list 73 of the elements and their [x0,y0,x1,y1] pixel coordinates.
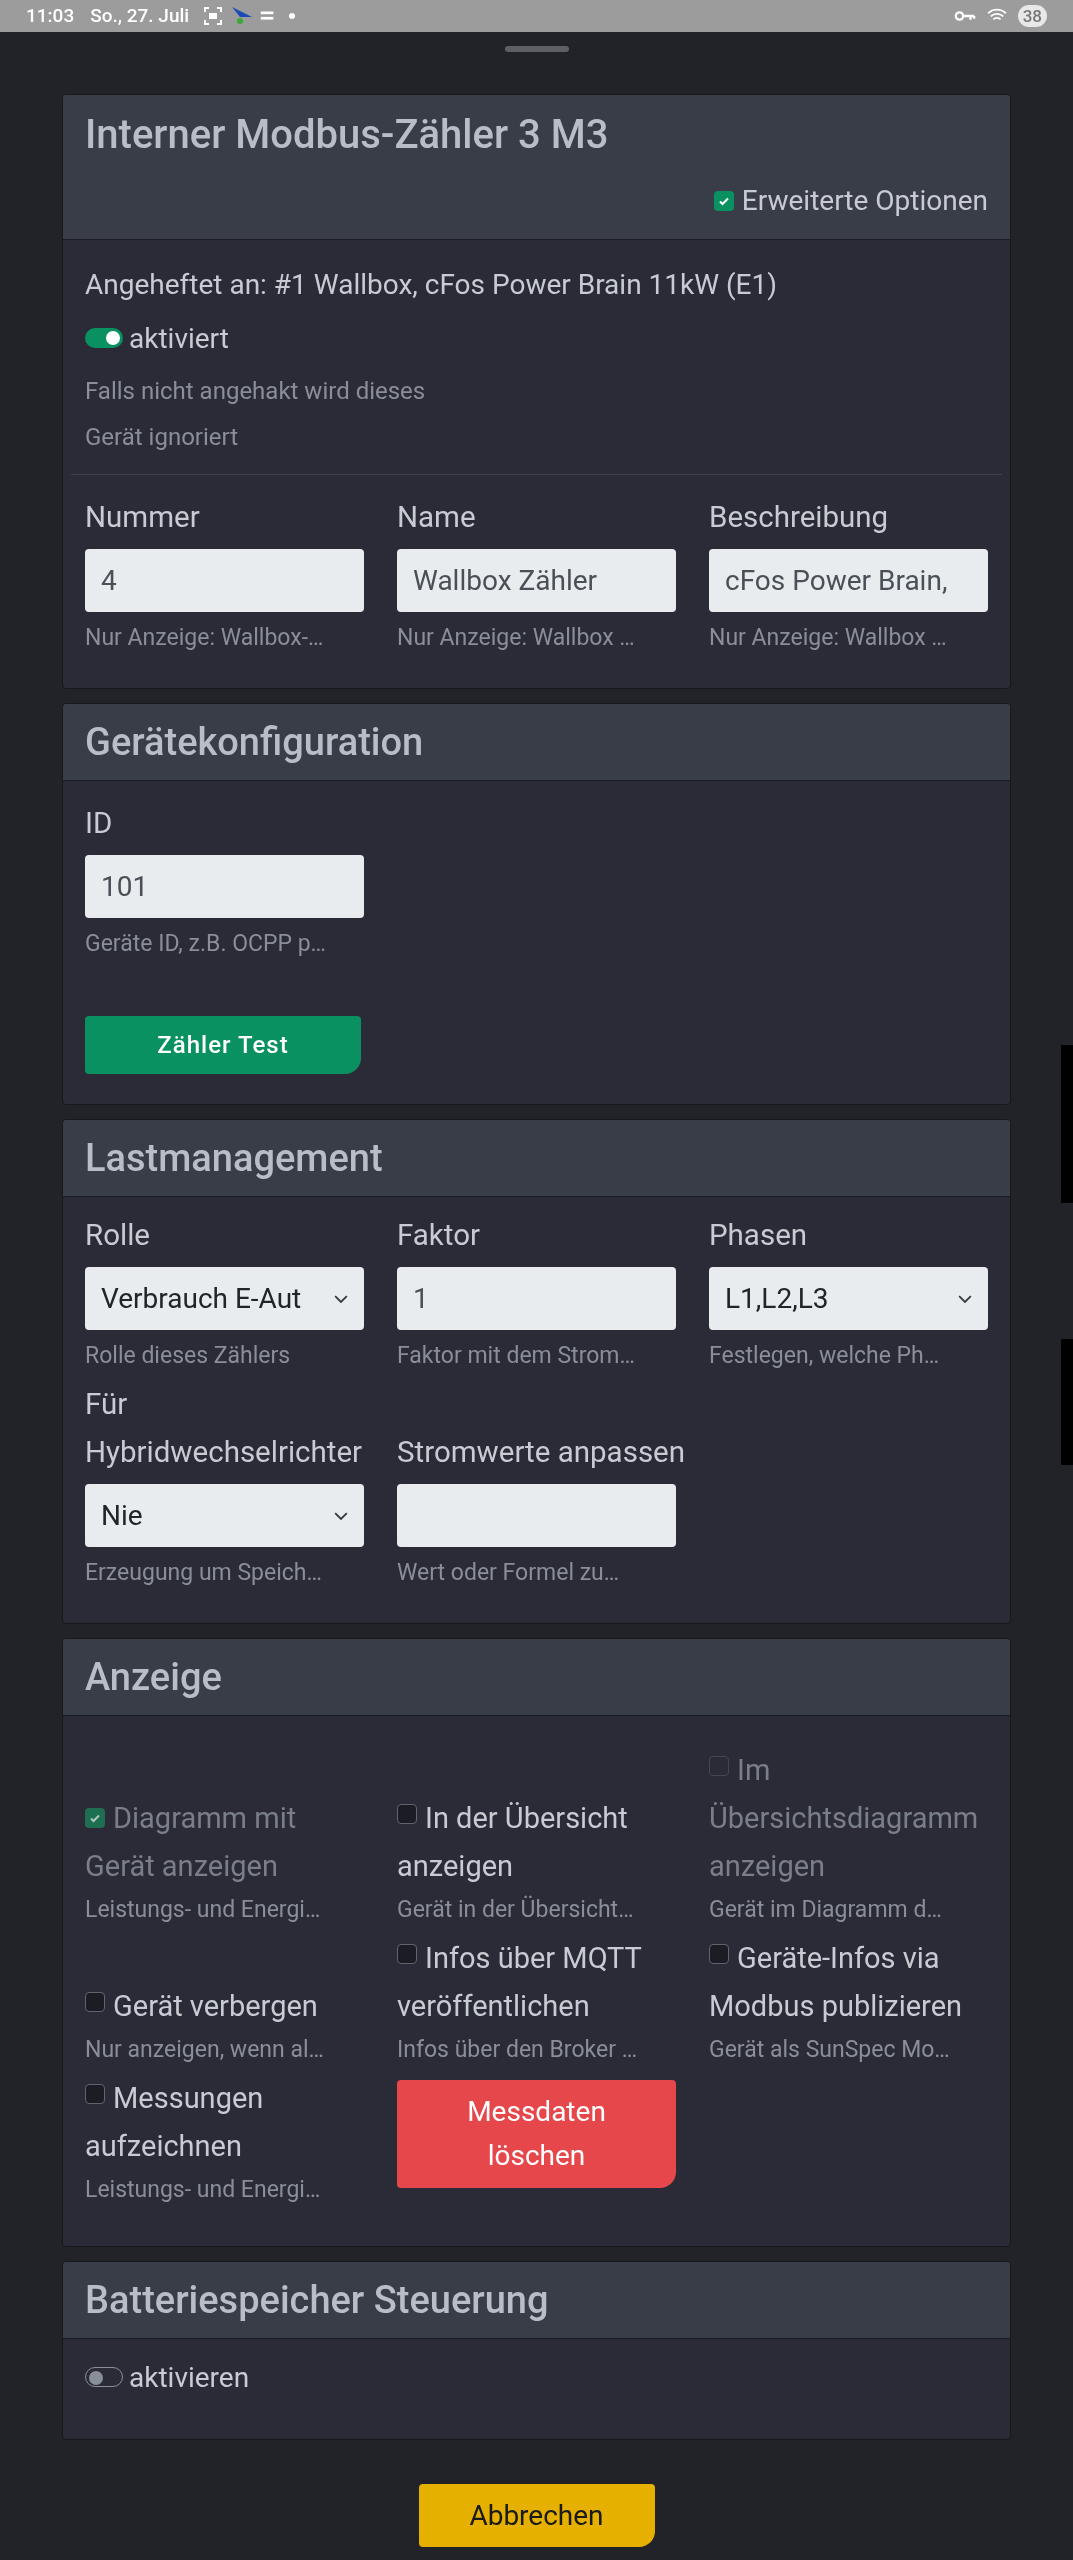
field-label: Für Hybridwechselrichter [85,1386,364,1471]
checkbox[interactable] [713,191,734,211]
checkmark-icon [89,1812,101,1824]
card-title: Batteriespeicher Steuerung [85,2277,550,2324]
select-field[interactable]: Nie [85,1484,364,1547]
attached-to-text: Angeheftet an: #1 Wallbox, cFos Power Brain 11kW (E1) [85,267,778,303]
field-hint: Erzeugung um Speich… [85,1558,323,1588]
toggle-label: aktiviert [129,321,229,357]
checkbox-hint: Gerät in der Übersicht… [397,1894,635,1925]
status-time: 11:03 [26,2,75,29]
toggle-switch[interactable] [85,2367,123,2387]
screenshot-icon [203,6,224,26]
checkbox-label: Diagramm mit Gerät anzeigen [85,1800,298,1885]
delete-data-button[interactable]: Messdaten löschen [397,2080,676,2188]
checkbox-hint: Leistungs- und Energi… [85,2175,322,2205]
field-hint: Wert oder Formel zu… [397,1558,621,1588]
field-label: Name [397,499,477,536]
card-title: Anzeige [85,1654,223,1701]
card-title: Lastmanagement [85,1135,384,1182]
input-field[interactable]: 101 [85,855,364,918]
field-hint: Rolle dieses Zählers [85,1341,292,1371]
toggle-hint: Falls nicht angehakt wird dieses Gerät ignoriert [85,376,427,453]
chevron-down-icon [334,1510,348,1521]
field-label: Phasen [709,1217,809,1254]
chevron-down-icon [334,1293,348,1304]
field-label: Beschreibung [709,499,890,536]
checkbox[interactable] [709,1944,729,1964]
checkbox[interactable] [397,1944,417,1964]
field-hint: Nur Anzeige: Wallbox … [709,623,948,653]
checkbox[interactable] [85,2084,105,2104]
input-field[interactable] [397,1484,676,1547]
checkbox-label: Gerät verbergen [85,1982,364,2030]
checkbox-hint: Nur anzeigen, wenn al… [85,2035,325,2065]
field-label: Rolle [85,1217,151,1254]
checkbox-hint: Gerät im Diagramm d… [709,1895,943,1925]
input-field[interactable]: 1 [397,1267,676,1330]
field-hint: Nur Anzeige: Wallbox-… [85,623,325,653]
checkbox[interactable] [85,1992,105,2012]
toggle-label: aktivieren [129,2360,250,2396]
checkbox-hint: Leistungs- und Energi… [85,1895,322,1925]
key-icon [953,9,976,23]
field-label: Stromwerte anpassen [397,1434,687,1471]
input-field[interactable]: 4 [85,549,364,612]
meter-test-button[interactable]: Zähler Test [85,1016,361,1074]
checkbox-label: Infos über MQTT veröffentlichen [397,1940,643,2025]
drag-handle[interactable] [504,46,569,52]
field-label: ID [85,805,114,842]
field-hint: Festlegen, welche Ph… [709,1341,941,1371]
card-title: Gerätekonfiguration [85,719,425,766]
input-field[interactable]: cFos Power Brain, [709,549,988,612]
battery-level: 38 [1017,5,1047,27]
toggle-switch[interactable] [85,328,123,348]
checkbox-label: Im Übersichtsdiagramm anzeigen [709,1752,980,1885]
checkbox[interactable] [397,1804,417,1824]
checkbox-label: Geräte-Infos via Modbus publizieren [709,1940,964,2025]
select-field[interactable]: L1,L2,L3 [709,1267,988,1330]
chevron-down-icon [958,1293,972,1304]
field-label: Nummer [85,499,201,536]
field-hint: Geräte ID, z.B. OCPP p… [85,929,327,959]
checkmark-icon [717,195,730,207]
card-title: Interner Modbus-Zähler 3 M3 [85,110,610,160]
select-field[interactable]: Verbrauch E-Aut [85,1267,364,1330]
checkbox-hint: Gerät als SunSpec Mo… [709,2035,951,2065]
checkbox-label: Erweiterte Optionen [741,183,988,219]
checkbox-hint: Infos über den Broker … [397,2035,639,2065]
input-field[interactable]: Wallbox Zähler [397,549,676,612]
cancel-button[interactable]: Abbrechen [418,2484,655,2547]
status-date: So., 27. Juli [90,2,190,29]
field-hint: Nur Anzeige: Wallbox … [397,623,636,653]
field-hint: Faktor mit dem Strom… [397,1341,636,1371]
field-label: Faktor [397,1217,481,1254]
checkbox-label: In der Übersicht anzeigen [397,1800,629,1885]
checkbox-label: Messungen aufzeichnen [85,2080,265,2165]
